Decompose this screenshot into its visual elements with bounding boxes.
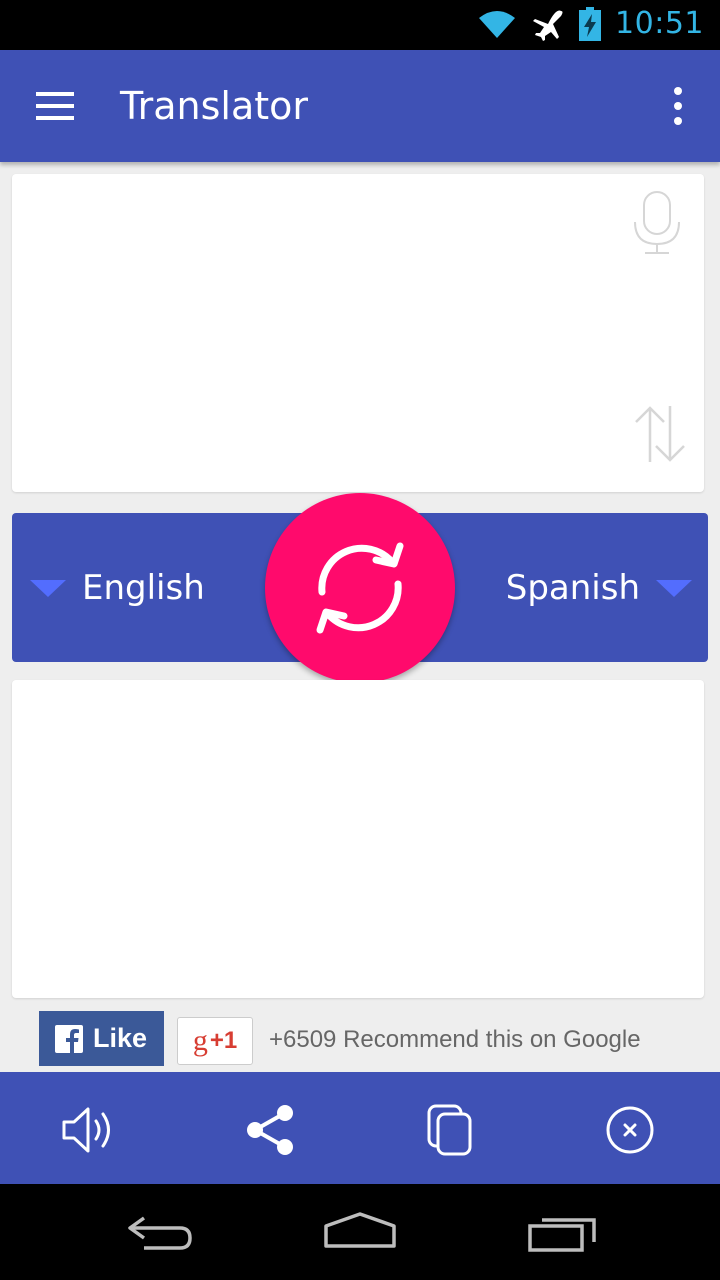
back-icon[interactable] [124, 1210, 196, 1254]
facebook-like-label: Like [93, 1023, 148, 1053]
source-text-input[interactable] [32, 194, 612, 474]
target-language-selector[interactable]: Spanish [506, 568, 692, 608]
copy-button[interactable] [420, 1100, 480, 1160]
google-plus-one-button[interactable]: g +1 [177, 1017, 253, 1065]
facebook-icon [55, 1024, 83, 1053]
clear-icon [606, 1106, 654, 1154]
recents-icon[interactable] [526, 1210, 600, 1254]
share-button[interactable] [240, 1100, 300, 1160]
social-row: Like g +1 +6509 Recommend this on Google [0, 1010, 720, 1072]
bottom-action-bar [0, 1072, 720, 1184]
volume-icon [62, 1107, 110, 1153]
translation-output-text [32, 700, 672, 980]
swap-vertical-icon[interactable] [632, 404, 688, 464]
translation-output-card [12, 680, 704, 998]
home-icon[interactable] [322, 1210, 398, 1254]
google-plus-one-label: +1 [209, 1027, 238, 1054]
translate-swap-button[interactable] [265, 493, 455, 683]
airplane-icon [533, 6, 566, 41]
app-bar: Translator [0, 50, 720, 162]
chevron-down-icon [656, 579, 692, 597]
microphone-icon[interactable] [632, 190, 682, 256]
source-language-label: English [82, 568, 205, 608]
more-vert-icon[interactable] [668, 86, 688, 126]
facebook-like-button[interactable]: Like [39, 1011, 164, 1066]
status-time: 10:51 [615, 6, 704, 41]
status-bar: 10:51 [0, 0, 720, 50]
source-language-selector[interactable]: English [30, 568, 205, 608]
wifi-icon [479, 10, 516, 38]
chevron-down-icon [30, 579, 66, 597]
target-language-label: Spanish [505, 568, 640, 608]
battery-charging-icon [579, 6, 602, 41]
source-text-card[interactable] [12, 174, 704, 492]
hamburger-menu-icon[interactable] [36, 90, 76, 122]
share-icon [247, 1105, 293, 1155]
refresh-swap-icon [316, 542, 404, 634]
system-nav-bar [0, 1184, 720, 1280]
copy-icon [427, 1104, 472, 1156]
clear-button[interactable] [600, 1100, 660, 1160]
speak-button[interactable] [60, 1100, 120, 1160]
google-plus-g: g [192, 1024, 208, 1057]
recommend-text: +6509 Recommend this on Google [269, 1026, 641, 1053]
page-title: Translator [120, 84, 309, 128]
